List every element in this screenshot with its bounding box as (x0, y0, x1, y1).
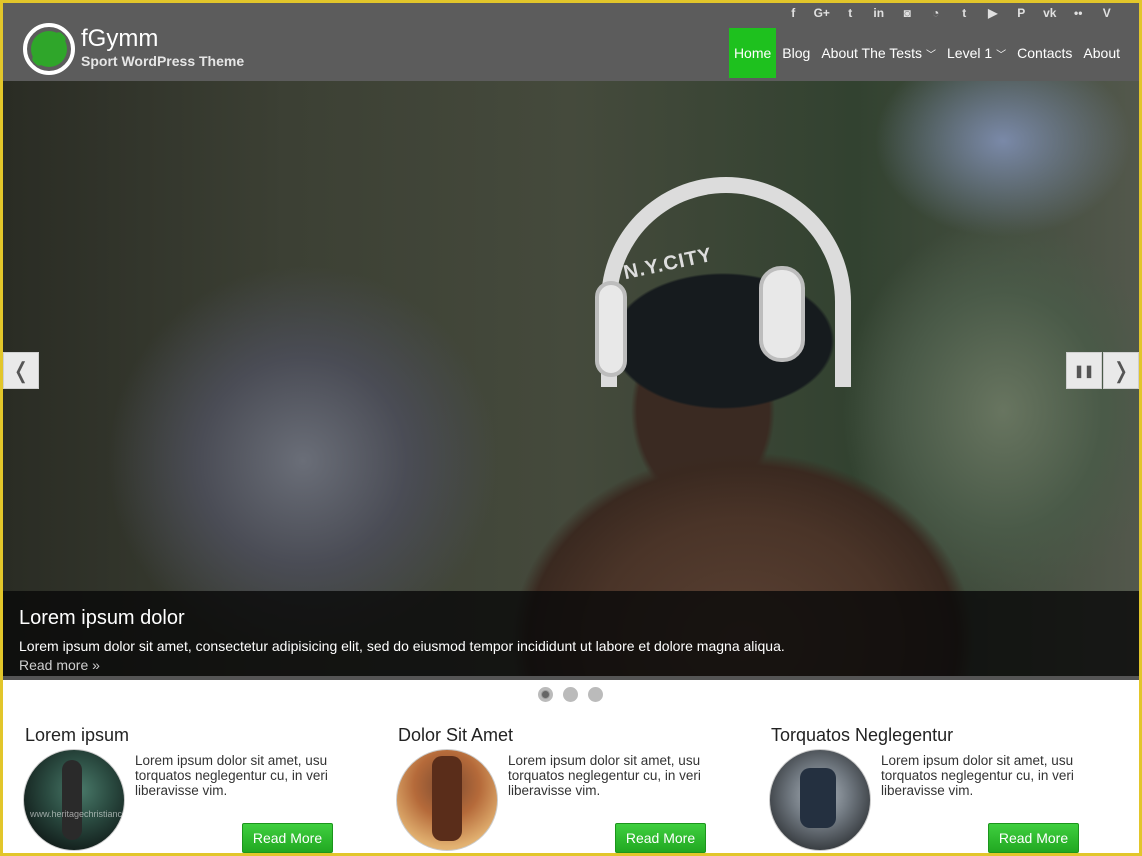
athlete-figure-image (432, 756, 462, 841)
vk-icon[interactable]: vk (1036, 6, 1065, 20)
site-tagline: Sport WordPress Theme (81, 53, 245, 69)
features-section: Lorem ipsum www.heritagechristiancollege… (3, 713, 1139, 853)
feature-text: Lorem ipsum dolor sit amet, usu torquato… (135, 753, 328, 798)
youtube-icon[interactable]: ▶ (979, 6, 1008, 20)
slider-divider (3, 676, 1139, 680)
site-logo[interactable] (23, 23, 75, 75)
nav-home[interactable]: Home (728, 28, 777, 78)
athlete-figure-image (62, 760, 82, 840)
site-header: fGymm Sport WordPress Theme f G+ t in ◙ … (3, 3, 1139, 81)
feature-card: Torquatos Neglegentur Lorem ipsum dolor … (769, 713, 1101, 853)
slider-pause-button[interactable]: ❚❚ (1066, 352, 1102, 389)
site-title[interactable]: fGymm (81, 25, 158, 53)
caption-read-more-link[interactable]: Read more » (19, 657, 1123, 673)
chevron-down-icon: ﹀ (926, 49, 936, 61)
slider-next-button[interactable]: ❭ (1103, 352, 1139, 389)
watermark-text: www.heritagechristiancollege.com (30, 809, 166, 819)
nav-label: Contacts (1017, 45, 1073, 61)
chevron-right-icon: ❭ (1111, 357, 1131, 383)
feature-card: Dolor Sit Amet Lorem ipsum dolor sit ame… (396, 713, 728, 853)
logo-emblem-icon (31, 31, 67, 67)
slider-dot-3[interactable] (588, 687, 603, 702)
feature-title: Dolor Sit Amet (398, 725, 514, 745)
nav-blog[interactable]: Blog (777, 28, 815, 78)
caption-text: Lorem ipsum dolor sit amet, consectetur … (19, 638, 785, 654)
tumblr-icon[interactable]: t (950, 6, 979, 20)
hero-slider: N.Y.CITY ❬ ❚❚ ❭ Lorem ipsum dolor Lorem … (3, 81, 1139, 676)
slider-prev-button[interactable]: ❬ (3, 352, 39, 389)
flickr-icon[interactable]: •• (1064, 6, 1093, 20)
nav-label: Blog (782, 45, 811, 61)
nav-level-1[interactable]: Level 1 ﹀ (942, 28, 1011, 78)
feature-title: Torquatos Neglegentur (771, 725, 954, 745)
pause-icon: ❚❚ (1073, 363, 1095, 378)
nav-about[interactable]: About (1078, 28, 1125, 78)
chevron-left-icon: ❬ (11, 357, 31, 383)
headphones-cup-image (595, 281, 627, 377)
feature-text: Lorem ipsum dolor sit amet, usu torquato… (508, 753, 701, 798)
rss-icon[interactable]: ◔ (922, 6, 951, 20)
linkedin-icon[interactable]: in (865, 6, 894, 20)
read-more-button[interactable]: Read More (242, 823, 333, 853)
athlete-figure-image (800, 768, 836, 828)
caption-title: Lorem ipsum dolor (19, 607, 185, 629)
page-frame: fGymm Sport WordPress Theme f G+ t in ◙ … (3, 3, 1139, 853)
feature-image (396, 749, 498, 851)
nav-about-the-tests[interactable]: About The Tests ﹀ (816, 28, 941, 78)
slider-dot-2[interactable] (563, 687, 578, 702)
headphones-cup-image (759, 266, 805, 362)
instagram-icon[interactable]: ◙ (893, 6, 922, 20)
pinterest-icon[interactable]: P (1007, 6, 1036, 20)
chevron-down-icon: ﹀ (996, 49, 1007, 61)
slider-pagination (538, 687, 603, 702)
social-links: f G+ t in ◙ ◔ t ▶ P vk •• V (779, 3, 1121, 23)
twitter-icon[interactable]: t (836, 6, 865, 20)
read-more-button[interactable]: Read More (615, 823, 706, 853)
nav-label: About The Tests (821, 45, 922, 61)
google-plus-icon[interactable]: G+ (808, 6, 837, 20)
nav-label: About (1083, 45, 1120, 61)
feature-title: Lorem ipsum (25, 725, 130, 745)
slider-dot-1[interactable] (538, 687, 553, 702)
nav-label: Level 1 (947, 45, 993, 61)
nav-label: Home (733, 45, 772, 61)
read-more-button[interactable]: Read More (988, 823, 1079, 853)
feature-text: Lorem ipsum dolor sit amet, usu torquato… (881, 753, 1074, 798)
feature-image (23, 749, 125, 851)
slide-caption: Lorem ipsum dolor Lorem ipsum dolor sit … (3, 591, 1139, 676)
nav-contacts[interactable]: Contacts (1012, 28, 1077, 78)
feature-image (769, 749, 871, 851)
vine-icon[interactable]: V (1093, 6, 1122, 20)
main-nav: Home Blog About The Tests ﹀ Level 1 ﹀ Co… (728, 28, 1125, 78)
feature-card: Lorem ipsum www.heritagechristiancollege… (23, 713, 355, 853)
facebook-icon[interactable]: f (779, 6, 808, 20)
